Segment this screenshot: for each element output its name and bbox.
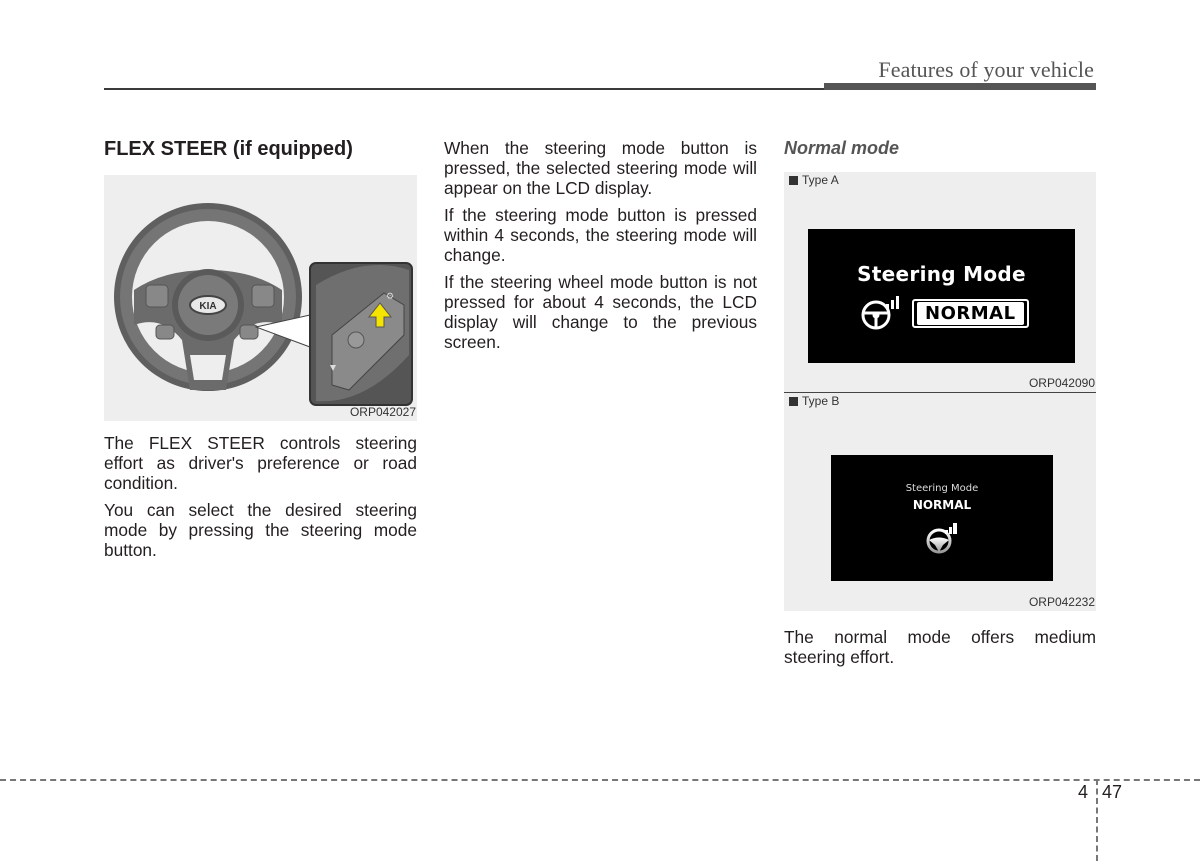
paragraph: When the steering mode button is pressed… [444,138,757,198]
steering-wheel-illustration: KIA ⚙ [114,203,413,406]
paragraph: The normal mode offers medium steering e… [784,627,1096,667]
lcd-figure-type-b: Type B Steering Mode NORMAL ORP042232 [784,392,1096,611]
right-control-buttons [251,284,275,308]
lcd-mode-row: NORMAL [860,295,1029,331]
type-label-text: Type B [802,394,840,408]
section-title: FLEX STEER (if equipped) [104,138,353,160]
bullet-square-icon [789,396,798,406]
subsection-title: Normal mode [784,138,900,158]
paragraph: If the steering mode button is pressed w… [444,205,757,265]
lcd-figure-type-a: Type A Steering Mode NORMAL ORP042090 [784,172,1096,392]
type-b-label: Type B [789,394,839,408]
paragraph: The FLEX STEER controls steering effort … [104,433,417,493]
column-3: Normal mode Type A Steering Mode NORMAL [784,138,1096,674]
footer-divider [0,779,1200,781]
mode-indicator-box: NORMAL [912,298,1029,328]
bullet-square-icon [789,175,798,185]
lcd-title: Steering Mode [857,262,1026,286]
left-control-buttons [145,284,169,308]
lcd-display-b: Steering Mode NORMAL [831,455,1053,581]
lcd-title: Steering Mode [905,483,979,494]
column-2: When the steering mode button is pressed… [444,138,757,359]
type-a-label: Type A [789,173,839,187]
column-1: FLEX STEER (if equipped) KIA ⚙ ORP042027… [104,138,417,567]
page-number: 47 [1102,782,1123,802]
steering-wheel-figure: KIA ⚙ ORP042027 [104,175,417,421]
chapter-number: 4 [1078,782,1089,802]
type-label-text: Type A [802,173,839,187]
figure-code: ORP042232 [1028,595,1095,609]
kia-badge-text: KIA [199,301,216,312]
paragraph: You can select the desired steering mode… [104,500,417,560]
steering-wheel-mode-icon [926,523,957,554]
figure-code: ORP042090 [1028,376,1095,390]
figure-code: ORP042027 [349,405,416,419]
header-rule [104,88,824,90]
header-rule-bar [824,83,1096,90]
footer-vertical-divider [1096,779,1098,861]
steering-wheel-mode-icon [861,296,899,330]
lcd-mode-text: NORMAL [917,301,1024,325]
paragraph: If the steering wheel mode button is not… [444,272,757,352]
steering-mode-glyph-icon: ⚙ [386,292,394,302]
lcd-display-a: Steering Mode NORMAL [808,229,1075,363]
lcd-mode-text: NORMAL [912,498,972,512]
header-section-title: Features of your vehicle [878,57,1094,82]
